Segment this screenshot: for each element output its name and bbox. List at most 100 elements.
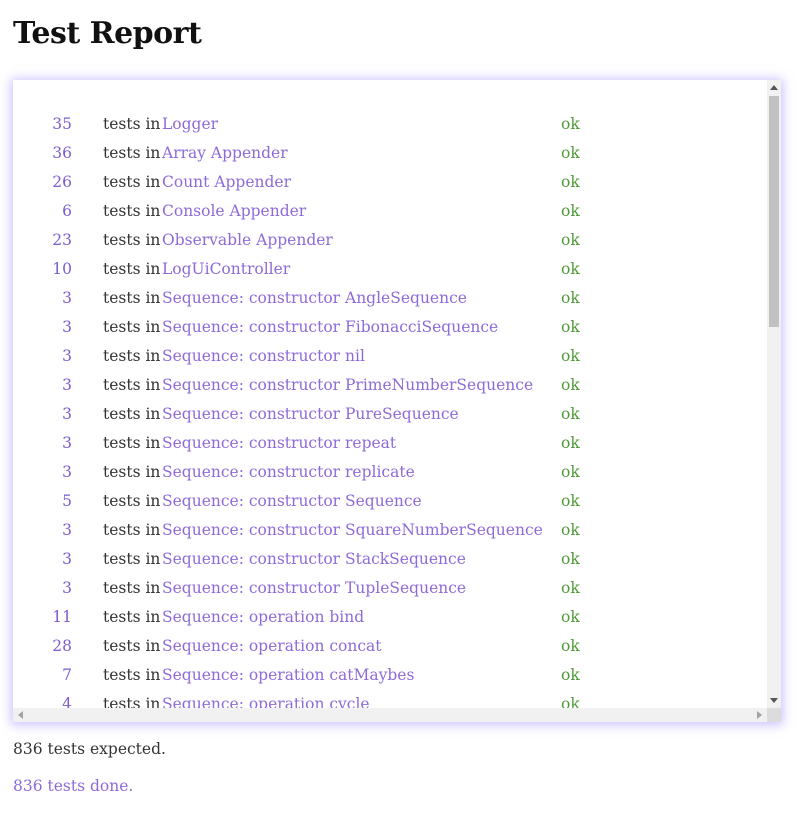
test-status: ok bbox=[561, 230, 580, 249]
tests-in-label: tests in bbox=[103, 201, 161, 220]
test-status: ok bbox=[561, 433, 580, 452]
vertical-scroll-thumb[interactable] bbox=[769, 96, 779, 327]
report-panel: 35 tests in Logger ok 36 tests in Array Append… bbox=[13, 80, 781, 722]
page-title: Test Report bbox=[13, 16, 202, 51]
report-row: 3 tests in Sequence: constructor SquareNum… bbox=[13, 515, 580, 544]
test-suite-name: Sequence: operation bind bbox=[162, 607, 365, 626]
vertical-scrollbar[interactable] bbox=[767, 80, 781, 708]
report-row: 4 tests in Sequence: operation cycle ok bbox=[13, 689, 580, 709]
test-suite-name: Sequence: constructor Sequence bbox=[162, 491, 422, 510]
report-row: 28 tests in Sequence: operation concat ok bbox=[13, 631, 580, 660]
report-row: 3 tests in Sequence: constructor nil ok bbox=[13, 341, 580, 370]
test-status: ok bbox=[561, 491, 580, 510]
tests-in-label: tests in bbox=[103, 433, 161, 452]
report-row: 3 tests in Sequence: constructor Fibonacci… bbox=[13, 312, 580, 341]
test-status: ok bbox=[561, 462, 580, 481]
test-status: ok bbox=[561, 607, 580, 626]
tests-in-label: tests in bbox=[103, 259, 161, 278]
report-row: 3 tests in Sequence: constructor AngleSequ… bbox=[13, 283, 580, 312]
report-row: 3 tests in Sequence: constructor replicate… bbox=[13, 457, 580, 486]
test-count: 6 bbox=[62, 201, 72, 220]
test-status: ok bbox=[561, 694, 580, 709]
horizontal-scrollbar[interactable] bbox=[13, 708, 767, 722]
test-count: 28 bbox=[52, 636, 72, 655]
test-suite-name: Array Appender bbox=[162, 143, 288, 162]
test-report-page: Test Report 35 tests in Logger ok 36 tests in… bbox=[0, 0, 797, 819]
tests-in-label: tests in bbox=[103, 317, 161, 336]
test-count: 3 bbox=[62, 404, 72, 423]
tests-in-label: tests in bbox=[103, 636, 161, 655]
test-count: 3 bbox=[62, 433, 72, 452]
tests-in-label: tests in bbox=[103, 665, 161, 684]
test-count: 3 bbox=[62, 462, 72, 481]
tests-in-label: tests in bbox=[103, 143, 161, 162]
test-status: ok bbox=[561, 317, 580, 336]
test-status: ok bbox=[561, 549, 580, 568]
test-suite-name: Observable Appender bbox=[162, 230, 333, 249]
report-row: 6 tests in Console Appender ok bbox=[13, 196, 580, 225]
test-count: 35 bbox=[52, 114, 72, 133]
tests-in-label: tests in bbox=[103, 491, 161, 510]
test-count: 23 bbox=[52, 230, 72, 249]
report-row: 3 tests in Sequence: constructor PureSeque… bbox=[13, 399, 580, 428]
report-row: 3 tests in Sequence: constructor TupleSequ… bbox=[13, 573, 580, 602]
report-table: 35 tests in Logger ok 36 tests in Array Append… bbox=[13, 109, 580, 709]
test-status: ok bbox=[561, 665, 580, 684]
tests-in-label: tests in bbox=[103, 462, 161, 481]
test-count: 3 bbox=[62, 520, 72, 539]
test-status: ok bbox=[561, 346, 580, 365]
scroll-up-arrow-icon[interactable] bbox=[770, 85, 778, 90]
test-status: ok bbox=[561, 404, 580, 423]
test-suite-name: Sequence: constructor PrimeNumberSequenc… bbox=[162, 375, 534, 394]
report-row: 23 tests in Observable Appender ok bbox=[13, 225, 580, 254]
report-row: 26 tests in Count Appender ok bbox=[13, 167, 580, 196]
tests-expected-text: 836 tests expected. bbox=[13, 740, 166, 758]
report-row: 3 tests in Sequence: constructor PrimeNumb… bbox=[13, 370, 580, 399]
report-table-body: 35 tests in Logger ok 36 tests in Array Append… bbox=[13, 109, 580, 709]
scroll-down-arrow-icon[interactable] bbox=[770, 698, 778, 703]
test-suite-name: Sequence: constructor StackSequence bbox=[162, 549, 466, 568]
tests-in-label: tests in bbox=[103, 607, 161, 626]
tests-in-label: tests in bbox=[103, 578, 161, 597]
report-row: 11 tests in Sequence: operation bind ok bbox=[13, 602, 580, 631]
test-status: ok bbox=[561, 375, 580, 394]
test-count: 26 bbox=[52, 172, 72, 191]
report-row: 7 tests in Sequence: operation catMaybes ok bbox=[13, 660, 580, 689]
scroll-left-arrow-icon[interactable] bbox=[18, 711, 23, 719]
test-suite-name: Sequence: constructor TupleSequence bbox=[162, 578, 467, 597]
tests-in-label: tests in bbox=[103, 694, 161, 709]
test-status: ok bbox=[561, 172, 580, 191]
report-row: 5 tests in Sequence: constructor Sequence o… bbox=[13, 486, 580, 515]
test-count: 3 bbox=[62, 346, 72, 365]
test-suite-name: Sequence: constructor SquareNumberSequen… bbox=[162, 520, 543, 539]
test-count: 36 bbox=[52, 143, 72, 162]
test-count: 5 bbox=[62, 491, 72, 510]
test-count: 3 bbox=[62, 578, 72, 597]
test-suite-name: Sequence: constructor repeat bbox=[162, 433, 397, 452]
tests-done-text: 836 tests done. bbox=[13, 777, 134, 795]
test-suite-name: Sequence: constructor AngleSequence bbox=[162, 288, 467, 307]
test-status: ok bbox=[561, 636, 580, 655]
tests-in-label: tests in bbox=[103, 114, 161, 133]
test-status: ok bbox=[561, 259, 580, 278]
tests-in-label: tests in bbox=[103, 549, 161, 568]
test-suite-name: Sequence: operation concat bbox=[162, 636, 382, 655]
report-row: 3 tests in Sequence: constructor repeat ok bbox=[13, 428, 580, 457]
report-viewport[interactable]: 35 tests in Logger ok 36 tests in Array Append… bbox=[13, 80, 767, 709]
test-status: ok bbox=[561, 578, 580, 597]
scroll-right-arrow-icon[interactable] bbox=[757, 711, 762, 719]
scrollbar-corner bbox=[767, 708, 781, 722]
test-suite-name: Sequence: operation cycle bbox=[162, 694, 370, 709]
tests-in-label: tests in bbox=[103, 172, 161, 191]
test-status: ok bbox=[561, 520, 580, 539]
tests-in-label: tests in bbox=[103, 230, 161, 249]
test-count: 4 bbox=[62, 694, 72, 709]
test-count: 3 bbox=[62, 317, 72, 336]
test-count: 7 bbox=[62, 665, 72, 684]
tests-in-label: tests in bbox=[103, 375, 161, 394]
test-status: ok bbox=[561, 288, 580, 307]
test-suite-name: Console Appender bbox=[162, 201, 307, 220]
test-suite-name: Sequence: constructor PureSequence bbox=[162, 404, 459, 423]
tests-in-label: tests in bbox=[103, 520, 161, 539]
test-status: ok bbox=[561, 114, 580, 133]
